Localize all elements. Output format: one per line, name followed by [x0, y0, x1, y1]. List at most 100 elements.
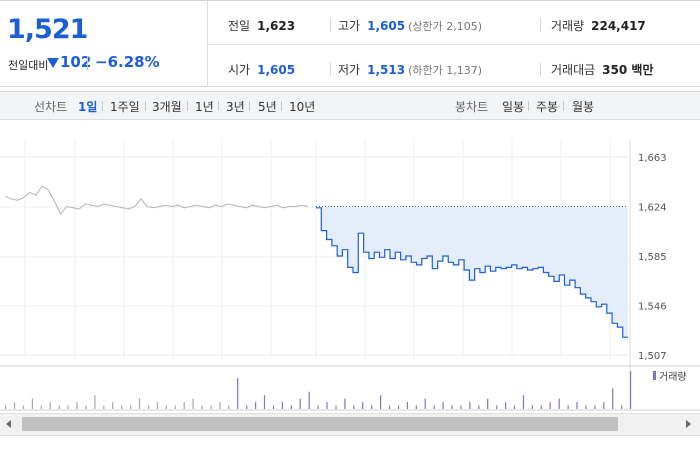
scrollbar-thumb[interactable]	[22, 417, 618, 431]
change-percent: −6.28%	[95, 53, 160, 71]
change-label: 전일대비	[8, 59, 49, 72]
volume-bar	[621, 405, 623, 409]
volume-bar	[487, 398, 489, 409]
divider	[249, 101, 250, 111]
period-5year[interactable]: 5년	[258, 98, 277, 115]
y-tick-label: 1,624	[638, 203, 667, 214]
volume-bar	[228, 405, 230, 409]
volume-bar	[49, 402, 51, 409]
volume-bar	[549, 402, 551, 409]
volume-bar	[388, 405, 391, 409]
volume-bar	[576, 402, 578, 409]
volume-bar	[603, 402, 605, 409]
volume-bar	[531, 405, 533, 409]
volume-bar	[612, 388, 614, 409]
divider	[540, 18, 541, 32]
candle-daily[interactable]: 일봉	[502, 98, 524, 115]
high-price: 고가 1,605 (상한가 2,105)	[338, 17, 482, 34]
volume-bar	[272, 405, 275, 409]
upper-limit: (상한가 2,105)	[408, 20, 482, 33]
volume-bar	[192, 398, 194, 409]
current-price: 1,521	[7, 14, 88, 45]
scroll-right-icon[interactable]	[686, 420, 691, 428]
volume-bar	[344, 398, 346, 409]
previous-day-series	[4, 185, 309, 216]
period-1year[interactable]: 1년	[195, 98, 214, 115]
open-label: 시가	[228, 63, 251, 77]
volume-bars	[5, 371, 632, 409]
period-10year[interactable]: 10년	[289, 98, 315, 115]
volume-bar	[40, 405, 42, 409]
volume-bar	[281, 402, 283, 409]
prev-close: 전일 1,623	[228, 17, 295, 34]
y-tick-label: 1,507	[638, 351, 667, 362]
today-area	[316, 206, 628, 338]
high-value: 1,605	[367, 19, 406, 33]
period-toolbar: 선차트 1일 1주일 3개월 1년 3년 5년 10년 봉차트 일봉 주봉 월봉	[0, 91, 700, 120]
volume-bar	[138, 398, 141, 409]
volume-bar	[424, 398, 426, 409]
period-3year[interactable]: 3년	[226, 98, 245, 115]
volume-bar	[513, 405, 516, 409]
volume-bar	[469, 402, 471, 409]
volume-bar	[299, 398, 301, 409]
low-price: 저가 1,513 (하한가 1,137)	[338, 61, 482, 78]
scroll-left-icon[interactable]	[6, 420, 11, 428]
volume-bar	[13, 402, 16, 409]
divider	[187, 101, 188, 111]
volume-bar	[237, 377, 239, 409]
volume-bar	[630, 371, 632, 409]
volume-bar	[567, 405, 569, 409]
volume-bar	[540, 405, 542, 409]
divider	[218, 101, 219, 111]
quote-panel: 1,521 전일대비 102 −6.28% 전일 1,623 시가 1,605 고가…	[0, 0, 700, 87]
high-label: 고가	[338, 19, 361, 33]
volume-bar	[335, 405, 337, 409]
price-summary: 1,521 전일대비 102 −6.28%	[0, 1, 208, 87]
volume-bar	[308, 391, 310, 409]
volume-bar	[67, 405, 69, 409]
volume-legend-label: 거래량	[659, 371, 687, 383]
low-value: 1,513	[367, 63, 406, 77]
volume-bar	[85, 405, 87, 409]
chart-area	[316, 206, 628, 338]
amount-label: 거래대금	[551, 63, 596, 77]
volume-bar	[58, 405, 60, 409]
y-tick-label: 1,585	[638, 252, 667, 263]
period-3month[interactable]: 3개월	[152, 98, 182, 115]
down-triangle-icon	[47, 58, 59, 68]
volume-bar	[147, 405, 150, 409]
volume-legend-swatch	[653, 371, 656, 380]
trade-amount: 거래대금 350 백만	[551, 61, 653, 78]
candle-weekly[interactable]: 주봉	[536, 98, 558, 115]
volume-bar	[478, 405, 480, 409]
volume-bar	[522, 395, 525, 409]
divider	[528, 101, 529, 111]
volume-bar	[201, 405, 203, 409]
volume-bar	[121, 405, 123, 409]
divider	[102, 101, 103, 111]
volume-bar	[183, 402, 185, 409]
volume-bar	[31, 398, 33, 409]
volume-bar	[246, 405, 248, 409]
volume-value: 224,417	[591, 19, 646, 33]
y-axis-ticks: 1,663 1,624 1,585 1,546 1,507	[638, 153, 667, 362]
prev-close-label: 전일	[228, 19, 251, 33]
volume-bar	[415, 405, 417, 409]
volume-bar	[290, 405, 292, 409]
period-1week[interactable]: 1주일	[110, 98, 140, 115]
volume-bar	[22, 405, 25, 409]
period-1day[interactable]: 1일	[78, 98, 97, 115]
divider	[540, 62, 541, 76]
volume-bar	[174, 405, 176, 409]
volume-bar	[505, 402, 507, 409]
volume-bar	[451, 405, 453, 409]
candle-monthly[interactable]: 월봉	[572, 98, 594, 115]
volume-bar	[255, 402, 257, 409]
divider	[87, 56, 88, 70]
volume-bar	[210, 405, 212, 409]
volume-bar	[594, 405, 596, 409]
volume-bar	[263, 395, 266, 409]
volume-bar	[76, 402, 78, 409]
volume-bar	[317, 405, 319, 409]
